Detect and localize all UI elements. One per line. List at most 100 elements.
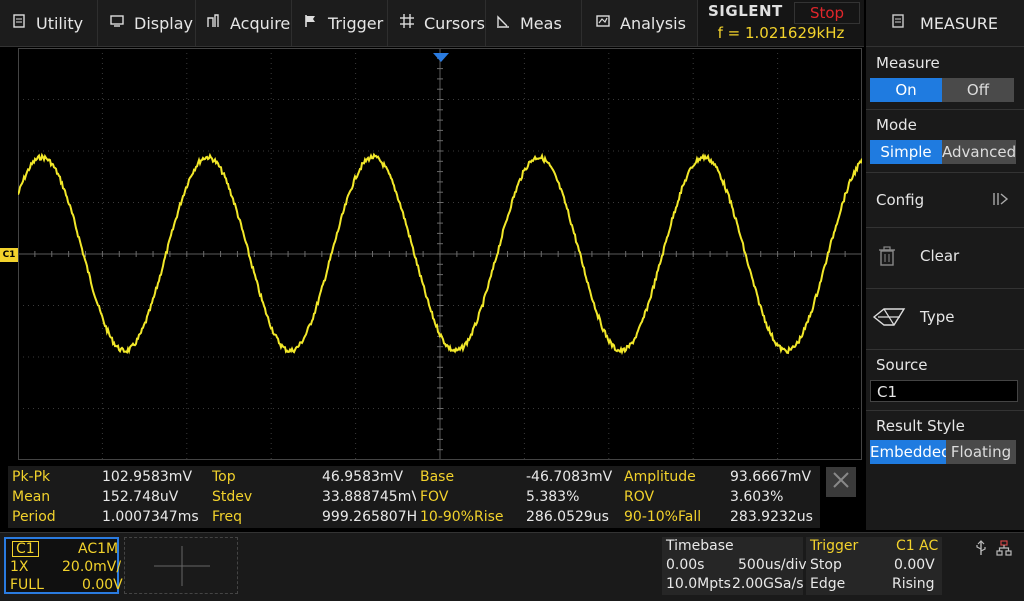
measurement-value: 3.603%	[730, 489, 784, 505]
brand-logo: SIGLENT	[708, 2, 783, 20]
waveform-graticule	[17, 47, 863, 461]
trash-icon	[878, 246, 896, 270]
trigger-slope: Rising	[892, 576, 935, 592]
measurement-value: 5.383%	[526, 489, 580, 505]
config-label: Config	[876, 191, 925, 209]
config-button[interactable]: Config	[866, 173, 1024, 228]
measurement-value: 999.265807Hz	[322, 509, 416, 525]
close-measurements-button[interactable]	[826, 467, 856, 497]
mode-advanced-option[interactable]: Advanced	[942, 140, 1016, 164]
menu-trigger-label: Trigger	[328, 13, 384, 33]
close-icon	[833, 472, 849, 488]
mode-toggle[interactable]: Simple Advanced	[870, 140, 1016, 164]
measure-label: Measure	[876, 54, 940, 72]
source-select[interactable]: C1	[870, 380, 1018, 402]
measure-toggle[interactable]: On Off	[870, 78, 1014, 102]
menu-display[interactable]: Display	[98, 0, 196, 46]
measurement-name: Mean	[12, 489, 51, 505]
measurement-value: 102.9583mV	[102, 469, 193, 485]
display-icon	[108, 14, 126, 32]
clear-label: Clear	[920, 247, 960, 265]
waveform-display[interactable]	[17, 47, 863, 461]
plus-icon	[154, 546, 210, 586]
timebase-delay: 0.00s	[666, 557, 705, 573]
result-floating-option[interactable]: Floating	[946, 440, 1016, 464]
trigger-flag-icon	[302, 14, 320, 32]
menu-meas[interactable]: Meas	[486, 0, 582, 46]
measurement-name: Base	[420, 469, 455, 485]
cursors-icon	[398, 14, 416, 32]
menu-utility[interactable]: Utility	[0, 0, 98, 46]
trigger-info[interactable]: Trigger C1 AC Stop 0.00V Edge Rising	[806, 537, 942, 595]
channel-bandwidth: FULL	[10, 577, 44, 593]
document-icon	[892, 14, 904, 32]
submenu-arrow-icon	[992, 191, 1010, 210]
measurement-value: 1.0007347ms	[102, 509, 199, 525]
acquire-icon	[204, 14, 222, 32]
menu-cursors-label: Cursors	[424, 13, 485, 33]
result-embedded-option[interactable]: Embedded	[870, 440, 951, 464]
clear-button[interactable]: Clear	[866, 228, 1024, 289]
trigger-state: Stop	[810, 557, 842, 573]
analysis-icon	[594, 14, 612, 32]
panel-title-bar: MEASURE	[866, 0, 1024, 47]
measure-off-option[interactable]: Off	[942, 78, 1014, 102]
timebase-scale: 500us/div	[738, 557, 807, 573]
menu-analysis-label: Analysis	[620, 13, 686, 33]
measurement-name: 10-90%Rise	[420, 509, 504, 525]
channel-coupling: AC1M	[78, 541, 119, 557]
menu-analysis[interactable]: Analysis	[582, 0, 698, 46]
channel-level-marker[interactable]: C1	[0, 248, 18, 262]
measure-on-option[interactable]: On	[870, 78, 942, 102]
menu-cursors[interactable]: Cursors	[388, 0, 486, 46]
channel-probe: 1X	[10, 559, 29, 575]
type-label: Type	[920, 308, 955, 326]
channel-scale: 20.0mV/	[62, 559, 122, 575]
network-icon	[996, 540, 1012, 560]
timebase-info[interactable]: Timebase 0.00s 500us/div 10.0Mpts 2.00GS…	[662, 537, 807, 595]
trigger-level: 0.00V	[894, 557, 935, 573]
source-block: Source C1	[866, 350, 1024, 411]
mode-block: Mode Simple Advanced	[866, 110, 1024, 173]
source-label: Source	[876, 356, 928, 374]
measurement-value: 33.888745mV	[322, 489, 416, 505]
menu-utility-label: Utility	[36, 13, 84, 33]
measurement-name: 90-10%Fall	[624, 509, 702, 525]
measurement-value: 283.9232us	[730, 509, 813, 525]
channel-name: C1	[12, 541, 39, 557]
measurement-name: Amplitude	[624, 469, 696, 485]
sample-rate: 2.00GSa/s	[732, 576, 804, 592]
trigger-label: Trigger	[810, 538, 859, 554]
measurement-name: Top	[212, 469, 236, 485]
measurement-value: 152.748uV	[102, 489, 179, 505]
menu-acquire-label: Acquire	[230, 13, 291, 33]
measurement-table: Pk-Pk 102.9583mV Top 46.9583mV Base -46.7083m…	[8, 466, 820, 528]
mode-simple-option[interactable]: Simple	[870, 140, 942, 164]
result-style-label: Result Style	[876, 417, 965, 435]
measurement-value: 93.6667mV	[730, 469, 812, 485]
add-channel-slot[interactable]	[124, 537, 238, 594]
menu-trigger[interactable]: Trigger	[292, 0, 388, 46]
timebase-label: Timebase	[666, 538, 734, 554]
usb-icon	[974, 540, 988, 560]
measurement-name: FOV	[420, 489, 449, 505]
result-style-toggle[interactable]: Embedded Floating	[870, 440, 1016, 464]
trigger-type: Edge	[810, 576, 846, 592]
measurement-name: ROV	[624, 489, 655, 505]
menu-acquire[interactable]: Acquire	[196, 0, 292, 46]
trigger-source: C1 AC	[896, 538, 939, 554]
mode-label: Mode	[876, 116, 917, 134]
measurement-value: -46.7083mV	[526, 469, 613, 485]
meas-icon	[494, 14, 512, 32]
trigger-position-marker[interactable]	[433, 48, 449, 67]
measurement-name: Pk-Pk	[12, 469, 51, 485]
measure-side-panel: MEASURE Measure On Off Mode Simple Advan…	[866, 0, 1024, 530]
run-state-badge[interactable]: Stop	[794, 2, 860, 24]
panel-title: MEASURE	[920, 13, 998, 33]
channel-offset: 0.00V	[82, 577, 123, 593]
memory-depth: 10.0Mpts	[666, 576, 731, 592]
type-button[interactable]: Type	[866, 289, 1024, 350]
result-style-block: Result Style Embedded Floating	[866, 411, 1024, 465]
channel-1-info[interactable]: C1 AC1M 1X 20.0mV/ FULL 0.00V	[4, 537, 123, 594]
measure-type-icon	[872, 307, 906, 331]
